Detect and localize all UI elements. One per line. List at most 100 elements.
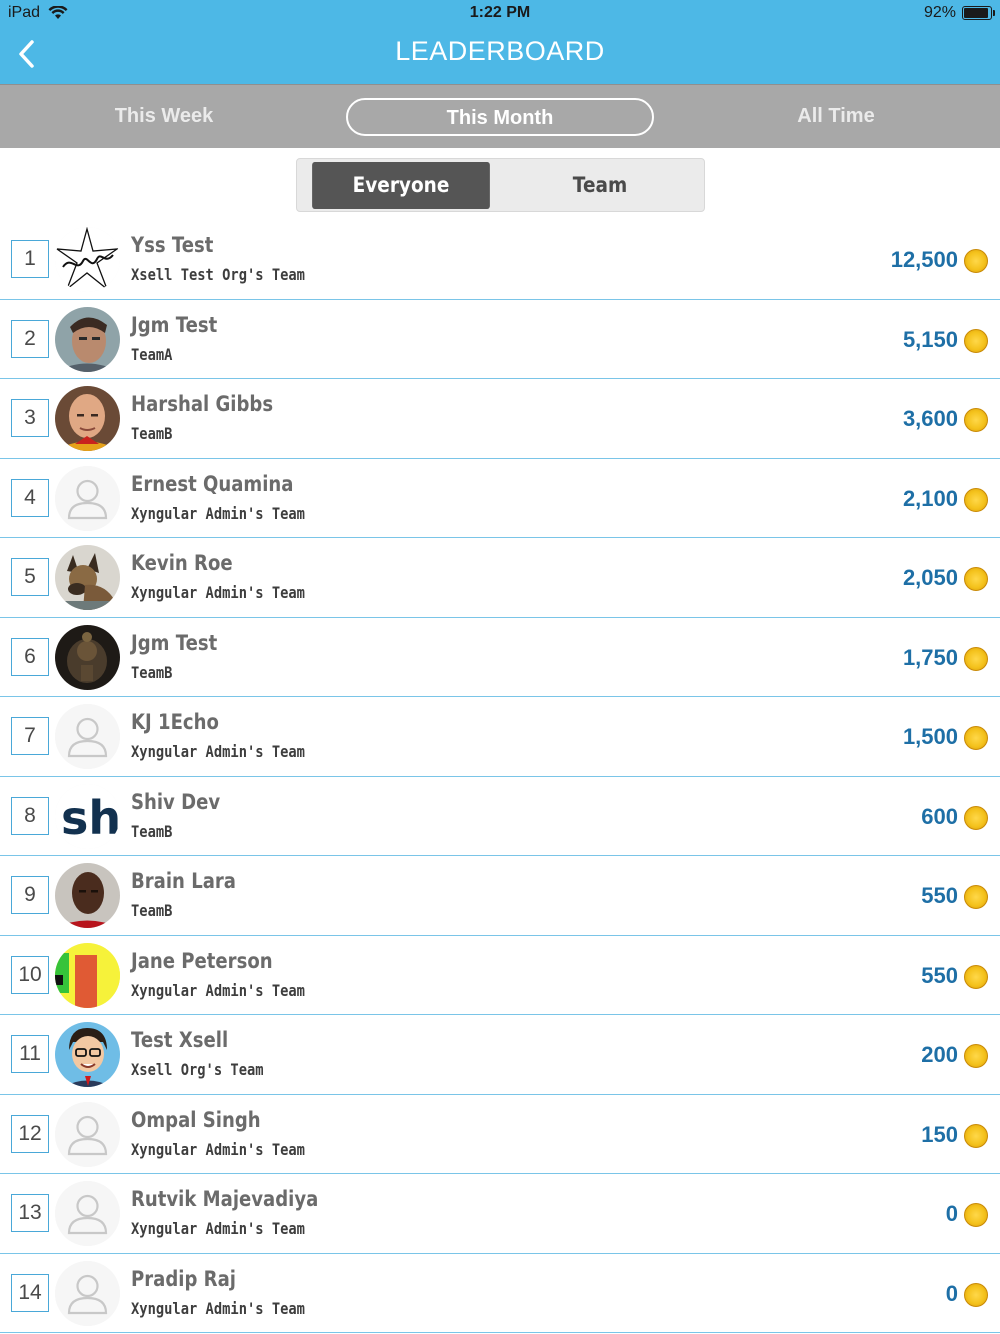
points-value: 550 [921, 883, 958, 908]
avatar [55, 704, 120, 769]
player-name: Test Xsell [131, 1028, 229, 1052]
leaderboard-row[interactable]: 1 Yss Test Xsell Test Org's Team 12,500 [0, 220, 1000, 300]
team-name: Xsell Test Org's Team [131, 265, 305, 284]
svg-text:sh: sh [61, 791, 120, 845]
points-value: 5,150 [902, 326, 958, 352]
rank-badge: 7 [11, 717, 49, 755]
tab-this-week[interactable]: This Week [63, 98, 265, 136]
avatar [55, 624, 120, 690]
coin-icon [964, 646, 988, 671]
leaderboard-row[interactable]: 5 Kevin Roe Xyngular Admin's Team 2,050 [0, 538, 1000, 618]
page-title: LEADERBOARD [395, 36, 605, 66]
leaderboard-row[interactable]: 13 Rutvik Majevadiya Xyngular Admin's Team… [0, 1174, 1000, 1254]
segment-team[interactable]: Team [511, 162, 689, 209]
leaderboard-row[interactable]: 9 Brain Lara TeamB 550 [0, 856, 1000, 936]
avatar [55, 306, 120, 372]
avatar [55, 1260, 120, 1326]
rank-badge: 3 [11, 399, 49, 437]
avatar [55, 227, 120, 292]
team-name: TeamB [131, 901, 173, 920]
coin-icon [964, 726, 988, 750]
navigation-bar: iPad 1:22 PM 92% LEADERBOARD [0, 0, 1000, 84]
avatar [55, 465, 120, 531]
status-bar: iPad 1:22 PM 92% [0, 0, 1000, 28]
team-name: Xyngular Admin's Team [131, 503, 305, 523]
rank-badge: 13 [11, 1194, 49, 1232]
team-name: TeamB [131, 424, 173, 443]
rank-badge: 11 [11, 1035, 49, 1073]
avatar [55, 1181, 120, 1246]
battery-icon [962, 6, 995, 20]
player-name: Shiv Dev [131, 789, 221, 814]
coin-icon [964, 249, 988, 273]
battery-percent: 92% [923, 4, 956, 21]
leaderboard-row[interactable]: 11 Test Xsell Xsell Org's Team 200 [0, 1015, 1000, 1095]
coin-icon [964, 1282, 988, 1307]
period-tab-bar: This Week This Month All Time [0, 84, 1000, 148]
player-name: Rutvik Majevadiya [131, 1187, 319, 1211]
segment-everyone[interactable]: Everyone [312, 162, 490, 209]
team-name: Xyngular Admin's Team [131, 742, 305, 761]
points-value: 2,100 [902, 485, 958, 511]
leaderboard-row[interactable]: 4 Ernest Quamina Xyngular Admin's Team 2,10… [0, 459, 1000, 538]
team-name: TeamB [131, 821, 173, 841]
team-name: Xyngular Admin's Team [131, 980, 305, 1000]
status-time: 1:22 PM [469, 4, 531, 21]
leaderboard-row[interactable]: 14 Pradip Raj Xyngular Admin's Team 0 [0, 1254, 1000, 1333]
coin-icon [964, 408, 988, 432]
coin-icon [964, 487, 988, 512]
player-name: Brain Lara [131, 869, 236, 893]
coin-icon [964, 1123, 988, 1148]
leaderboard-row[interactable]: 12 Ompal Singh Xyngular Admin's Team 150 [0, 1095, 1000, 1174]
leaderboard-row[interactable]: 2 Jgm Test TeamA 5,150 [0, 300, 1000, 379]
player-name: Pradip Raj [131, 1266, 236, 1291]
points-value: 200 [921, 1042, 958, 1067]
leaderboard-row[interactable]: 7 KJ 1Echo Xyngular Admin's Team 1,500 [0, 697, 1000, 777]
battery-indicator: 92% [923, 4, 995, 22]
team-name: TeamB [131, 662, 173, 682]
rank-badge: 14 [11, 1273, 49, 1312]
player-name: Ernest Quamina [131, 471, 294, 496]
coin-icon [964, 1044, 988, 1068]
team-name: Xyngular Admin's Team [131, 1219, 305, 1238]
leaderboard-row[interactable]: 6 Jgm Test TeamB 1,750 [0, 618, 1000, 697]
tab-all-time[interactable]: All Time [735, 98, 937, 136]
points-value: 600 [921, 803, 958, 829]
coin-icon [964, 805, 988, 830]
team-name: Xyngular Admin's Team [131, 1298, 305, 1318]
coin-icon [964, 885, 988, 909]
team-name: Xsell Org's Team [131, 1060, 264, 1079]
leaderboard-list: 1 Yss Test Xsell Test Org's Team 12,500 2 Jgm… [0, 220, 1000, 1333]
audience-segment-control: Everyone Team [296, 158, 705, 212]
player-name: Yss Test [131, 233, 214, 257]
rank-badge: 1 [11, 240, 49, 278]
rank-badge: 6 [11, 637, 49, 676]
leaderboard-row[interactable]: 3 Harshal Gibbs TeamB 3,600 [0, 379, 1000, 459]
avatar [55, 386, 120, 451]
rank-badge: 10 [11, 955, 49, 994]
coin-icon [964, 567, 988, 591]
avatar [55, 863, 120, 928]
leaderboard-row[interactable]: 8 sh Shiv Dev TeamB 600 [0, 777, 1000, 856]
points-value: 0 [945, 1201, 958, 1226]
avatar [55, 1101, 120, 1167]
rank-badge: 4 [11, 478, 49, 517]
leaderboard-row[interactable]: 10 Jane Peterson Xyngular Admin's Team 550 [0, 936, 1000, 1015]
rank-badge: 9 [11, 876, 49, 914]
player-name: Jane Peterson [131, 948, 273, 973]
rank-badge: 8 [11, 796, 49, 835]
points-value: 0 [945, 1280, 958, 1306]
points-value: 12,500 [890, 247, 958, 272]
points-value: 3,600 [902, 406, 958, 431]
player-name: Ompal Singh [131, 1107, 261, 1132]
coin-icon [964, 328, 988, 353]
tab-this-month[interactable]: This Month [346, 98, 654, 136]
points-value: 2,050 [902, 565, 958, 590]
rank-badge: 5 [11, 558, 49, 596]
player-name: Kevin Roe [131, 551, 233, 575]
coin-icon [964, 1203, 988, 1227]
player-name: KJ 1Echo [131, 710, 219, 734]
avatar [55, 942, 120, 1008]
avatar [55, 1022, 120, 1087]
rank-badge: 2 [11, 319, 49, 358]
